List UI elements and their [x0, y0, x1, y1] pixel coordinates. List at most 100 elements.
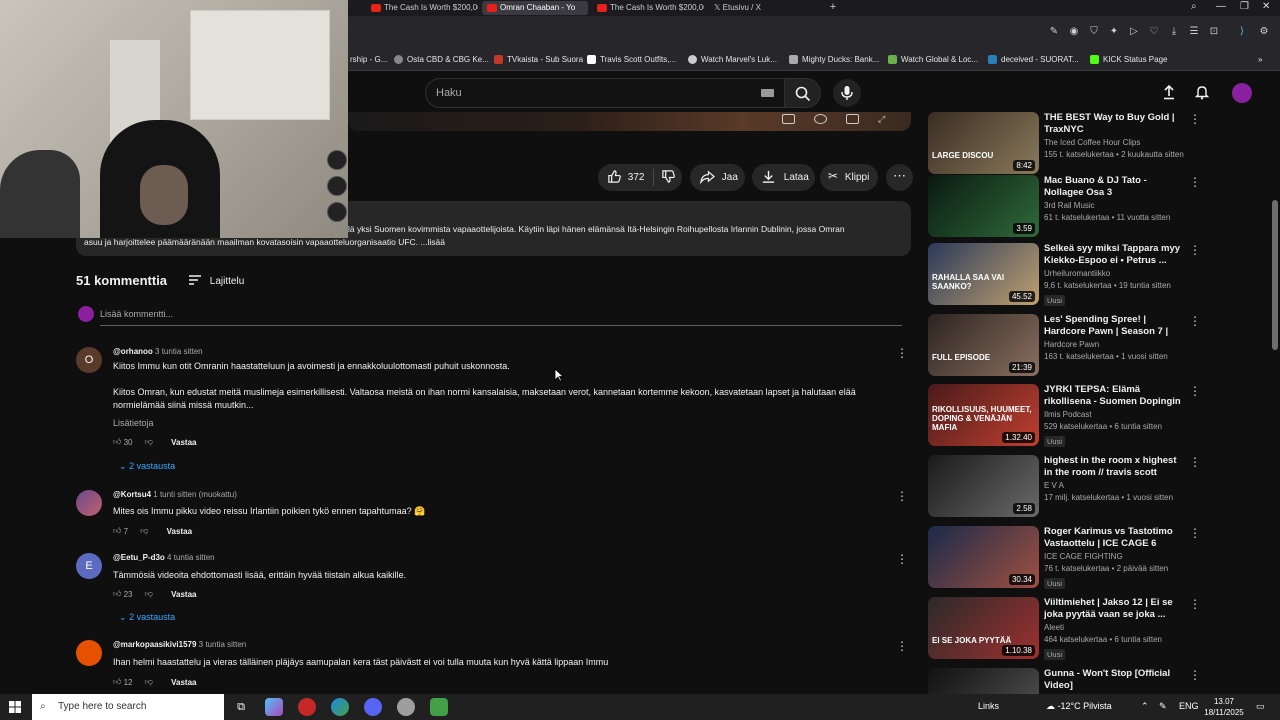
- upload-icon[interactable]: [1161, 84, 1177, 100]
- browser-tab[interactable]: 𝕏 Etusivu / X: [708, 1, 808, 15]
- reply-button[interactable]: Vastaa: [171, 678, 196, 687]
- recommended-video[interactable]: RAHALLA SAA VAI SAANKO? 45.52 Selkeä syy m…: [928, 243, 1201, 308]
- dislike-button[interactable]: [661, 164, 676, 191]
- bookmark-item[interactable]: Travis Scott Outfits,...: [587, 55, 676, 64]
- comment-like-button[interactable]: 👍︎: [113, 677, 121, 687]
- video-title[interactable]: Les' Spending Spree! | Hardcore Pawn | S…: [1044, 314, 1184, 338]
- comment-dislike-button[interactable]: 👎︎: [145, 677, 153, 687]
- heart-icon[interactable]: ♡: [1148, 26, 1160, 38]
- video-menu-icon[interactable]: ⋮: [1189, 526, 1201, 540]
- bookmark-item[interactable]: Mighty Ducks: Bank...: [789, 55, 879, 64]
- recommended-video[interactable]: RIKOLLISUUS, HUUMEET, DOPING & VENÄJÄN M…: [928, 384, 1201, 449]
- video-thumbnail[interactable]: EI SE JOKA PYYTÄÄ 1.10.38: [928, 597, 1039, 659]
- channel-name[interactable]: The Iced Coffee Hour Clips: [1044, 138, 1140, 147]
- bookmarks-overflow-icon[interactable]: »: [1258, 55, 1262, 64]
- keyboard-icon[interactable]: [761, 89, 774, 97]
- channel-name[interactable]: E V A: [1044, 481, 1064, 490]
- bookmark-item[interactable]: Watch Marvel's Luk...: [688, 55, 777, 64]
- recommended-video[interactable]: 2.58 highest in the room x highest in the…: [928, 455, 1201, 520]
- comment-like-button[interactable]: 👍︎: [113, 589, 121, 599]
- voice-search-button[interactable]: [833, 79, 861, 107]
- discord-icon[interactable]: [364, 698, 382, 716]
- tray-chevron-icon[interactable]: ⌃: [1141, 701, 1149, 712]
- video-title[interactable]: Viiltimiehet | Jakso 12 | Ei se joka pyy…: [1044, 597, 1184, 621]
- video-title[interactable]: Gunna - Won't Stop [Official Video]: [1044, 668, 1184, 692]
- bookmark-item[interactable]: KICK Status Page: [1090, 55, 1167, 64]
- comment-menu-icon[interactable]: ⋮: [896, 640, 908, 652]
- comment-dislike-button[interactable]: 👎︎: [140, 526, 148, 536]
- extension-icon[interactable]: ✦: [1108, 26, 1120, 38]
- video-menu-icon[interactable]: ⋮: [1189, 668, 1201, 682]
- copilot-icon[interactable]: [265, 698, 283, 716]
- video-thumbnail[interactable]: 2.58: [928, 455, 1039, 517]
- video-title[interactable]: THE BEST Way to Buy Gold | TraxNYC: [1044, 112, 1184, 136]
- pen-icon[interactable]: ✎: [1159, 701, 1167, 712]
- download-button[interactable]: Lataa: [752, 164, 815, 191]
- search-tabs-icon[interactable]: ⌕: [1191, 1, 1197, 12]
- video-title[interactable]: Mac Buano & DJ Tato - Nollagee Osa 3: [1044, 175, 1184, 199]
- comment-menu-icon[interactable]: ⋮: [896, 490, 908, 502]
- view-replies-button[interactable]: ⌄ 2 vastausta: [119, 612, 175, 623]
- channel-name[interactable]: Hardcore Pawn: [1044, 340, 1099, 349]
- browser-tab[interactable]: The Cash Is Worth $200,00: [592, 1, 704, 15]
- video-menu-icon[interactable]: ⋮: [1189, 597, 1201, 611]
- comment-like-button[interactable]: 👍︎: [113, 437, 121, 447]
- comment-dislike-button[interactable]: 👎︎: [145, 437, 153, 447]
- channel-name[interactable]: 3rd Rail Music: [1044, 201, 1095, 210]
- minimize-button[interactable]: —: [1216, 1, 1226, 12]
- app-icon[interactable]: [397, 698, 415, 716]
- menu-icon[interactable]: ☰: [1188, 26, 1200, 38]
- recommended-video[interactable]: EI SE JOKA PYYTÄÄ 1.10.38 Viiltimiehet | J…: [928, 597, 1201, 662]
- fullscreen-icon[interactable]: ⤢: [878, 114, 891, 124]
- video-title[interactable]: Selkeä syy miksi Tappara myy Kiekko-Espo…: [1044, 243, 1184, 267]
- browser-tab-active[interactable]: Omran Chaaban - Yo: [482, 1, 588, 15]
- bookmark-item[interactable]: Watch Global & Loc...: [888, 55, 978, 64]
- video-player[interactable]: ⤢: [348, 112, 911, 131]
- comment-menu-icon[interactable]: ⋮: [896, 347, 908, 359]
- comment-time[interactable]: 3 tuntia sitten: [155, 347, 203, 356]
- settings-icon[interactable]: ⚙: [1258, 26, 1270, 38]
- scrollbar[interactable]: [1272, 200, 1278, 350]
- search-input[interactable]: [426, 79, 746, 107]
- channel-name[interactable]: Aleeti: [1044, 623, 1064, 632]
- channel-name[interactable]: Urheiluromantiikko: [1044, 269, 1110, 278]
- share-button[interactable]: Jaa: [690, 164, 745, 191]
- search-button[interactable]: [785, 78, 821, 108]
- video-menu-icon[interactable]: ⋮: [1189, 112, 1201, 126]
- taskbar-search-box[interactable]: ⌕ Type here to search: [32, 694, 224, 720]
- channel-name[interactable]: Ilmis Podcast: [1044, 410, 1092, 419]
- bookmark-item[interactable]: Osta CBD & CBG Ke...: [394, 55, 489, 64]
- video-thumbnail[interactable]: FULL EPISODE 21:39: [928, 314, 1039, 376]
- recommended-video[interactable]: 3.59 Mac Buano & DJ Tato - Nollagee Osa 3…: [928, 175, 1201, 240]
- notifications-bell-icon[interactable]: [1194, 84, 1210, 100]
- opera-icon[interactable]: [298, 698, 316, 716]
- clip-button[interactable]: ✂ Klippi: [820, 164, 878, 191]
- bookmark-item[interactable]: TVkaista - Sub Suora: [494, 55, 583, 64]
- game-app-icon[interactable]: [430, 698, 448, 716]
- video-menu-icon[interactable]: ⋮: [1189, 314, 1201, 328]
- recommended-video[interactable]: FULL EPISODE 21:39 Les' Spending Spree! | …: [928, 314, 1201, 379]
- lock-icon[interactable]: ⊡: [1208, 26, 1220, 38]
- edge-icon[interactable]: [331, 698, 349, 716]
- recommended-video[interactable]: LARGE DISCOU 8:42 THE BEST Way to Buy Gold…: [928, 112, 1201, 177]
- comment-author[interactable]: @Eetu_P-d3o: [113, 553, 165, 562]
- close-window-button[interactable]: ✕: [1262, 1, 1270, 12]
- windows-start-icon[interactable]: [9, 701, 21, 713]
- play-icon[interactable]: ▷: [1128, 26, 1140, 38]
- view-replies-button[interactable]: ⌄ 2 vastausta: [119, 461, 175, 472]
- miniplayer-icon[interactable]: [846, 114, 859, 124]
- shield-icon[interactable]: ⛉: [1088, 26, 1100, 38]
- system-clock[interactable]: 13.07 18/11/2025: [1200, 696, 1248, 718]
- commenter-avatar[interactable]: E: [76, 553, 102, 579]
- video-menu-icon[interactable]: ⋮: [1189, 455, 1201, 469]
- video-title[interactable]: JYRKI TEPSA: Elämä rikollisena - Suomen …: [1044, 384, 1184, 408]
- video-thumbnail[interactable]: LARGE DISCOU 8:42: [928, 112, 1039, 174]
- edit-icon[interactable]: ✎: [1048, 26, 1060, 38]
- video-menu-icon[interactable]: ⋮: [1189, 243, 1201, 257]
- weather-widget[interactable]: ☁ -12°C Pilvista: [1046, 701, 1112, 712]
- video-thumbnail[interactable]: 3.59: [928, 175, 1039, 237]
- notifications-icon[interactable]: ▭: [1256, 701, 1265, 712]
- download-icon[interactable]: ⤓: [1168, 26, 1180, 38]
- maximize-button[interactable]: ❐: [1240, 1, 1249, 12]
- comment-author[interactable]: @markopaasikivi1579: [113, 640, 196, 649]
